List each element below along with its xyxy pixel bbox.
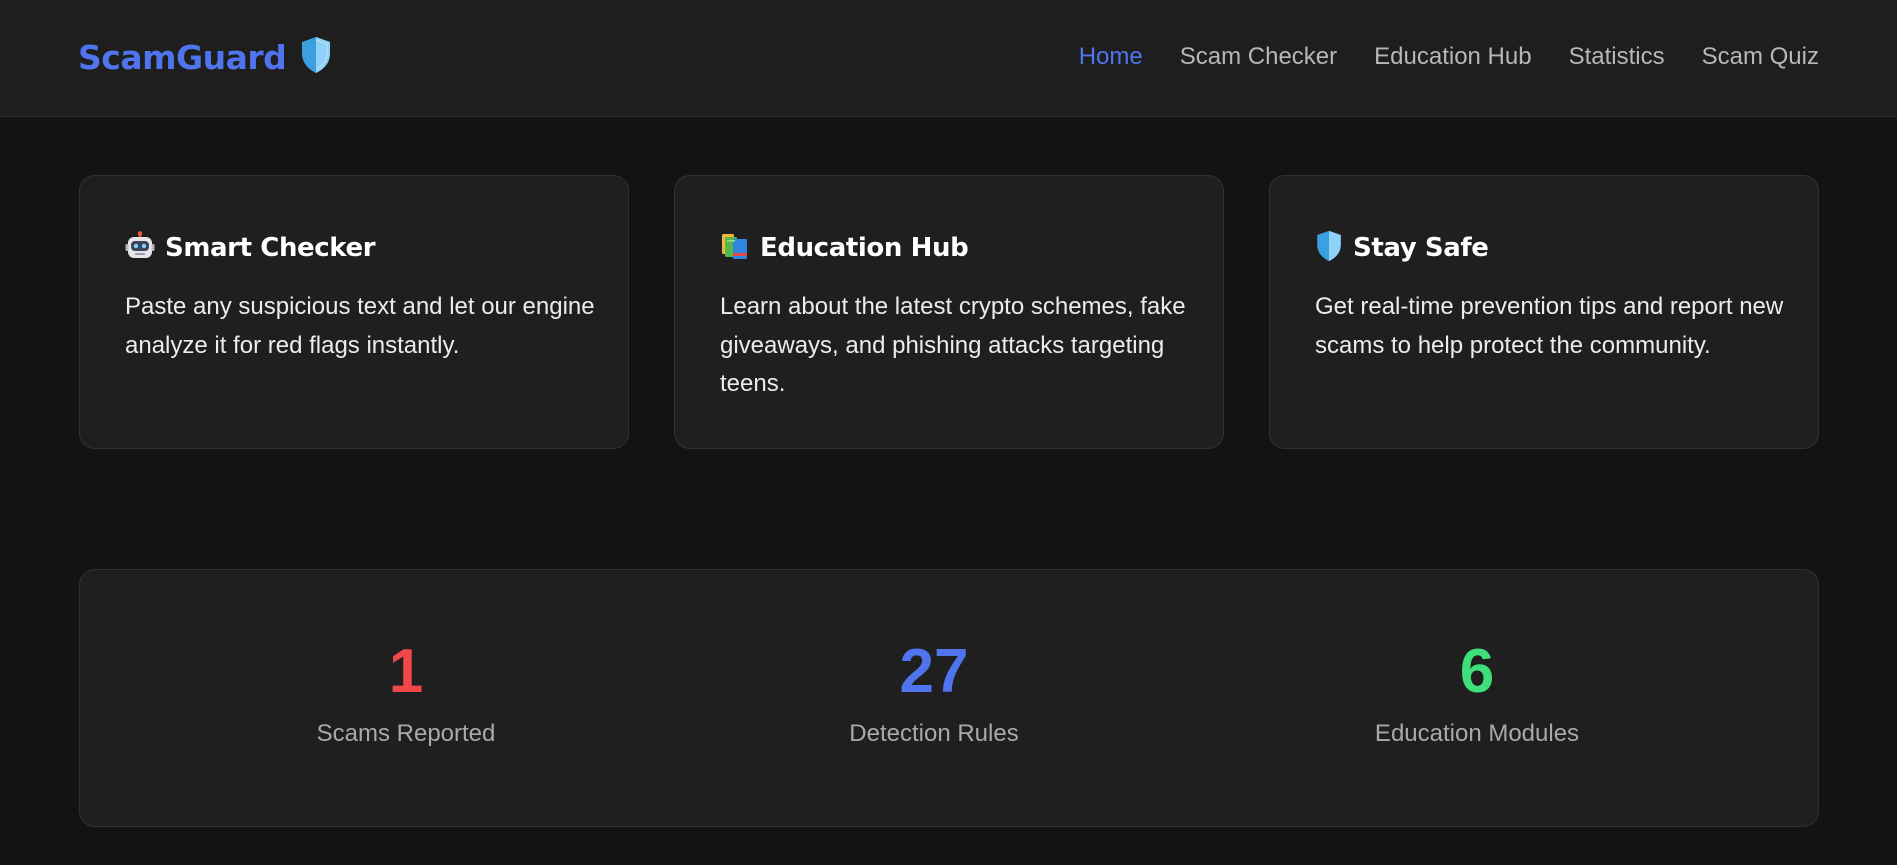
card-title: Smart Checker bbox=[165, 233, 376, 263]
card-title: Stay Safe bbox=[1353, 233, 1489, 263]
stat-education-modules: 6 Education Modules bbox=[1375, 640, 1579, 748]
feature-card-education-hub: Education Hub Learn about the latest cry… bbox=[674, 175, 1224, 449]
feature-cards: Smart Checker Paste any suspicious text … bbox=[79, 175, 1819, 449]
card-header: Smart Checker bbox=[125, 226, 376, 270]
card-header: Education Hub bbox=[720, 226, 969, 270]
stat-scams-reported: 1 Scams Reported bbox=[317, 640, 496, 748]
nav-education-hub[interactable]: Education Hub bbox=[1374, 43, 1531, 71]
brand-name: ScamGuard bbox=[78, 37, 287, 77]
stat-value: 27 bbox=[899, 637, 969, 706]
stat-detection-rules: 27 Detection Rules bbox=[849, 640, 1018, 748]
shield-icon bbox=[1315, 230, 1343, 266]
nav-home[interactable]: Home bbox=[1079, 43, 1143, 71]
card-description: Paste any suspicious text and let our en… bbox=[125, 293, 595, 359]
card-title: Education Hub bbox=[760, 233, 969, 263]
card-description: Get real-time prevention tips and report… bbox=[1315, 293, 1784, 359]
stat-value: 6 bbox=[1459, 637, 1495, 706]
card-header: Stay Safe bbox=[1315, 226, 1489, 270]
main-nav: Home Scam Checker Education Hub Statisti… bbox=[1079, 40, 1819, 74]
top-navbar: ScamGuard Home Scam Checker Education Hu… bbox=[0, 0, 1897, 117]
brand-logo[interactable]: ScamGuard bbox=[78, 36, 332, 78]
stat-label: Detection Rules bbox=[849, 720, 1019, 747]
stats-panel: 1 Scams Reported 27 Detection Rules 6 Ed… bbox=[79, 569, 1819, 827]
shield-icon bbox=[300, 36, 332, 78]
stat-value: 1 bbox=[388, 637, 424, 706]
card-description: Learn about the latest crypto schemes, f… bbox=[720, 293, 1186, 397]
stat-label: Scams Reported bbox=[316, 720, 496, 747]
feature-card-stay-safe: Stay Safe Get real-time prevention tips … bbox=[1269, 175, 1819, 449]
feature-card-smart-checker: Smart Checker Paste any suspicious text … bbox=[79, 175, 629, 449]
books-icon bbox=[720, 231, 750, 265]
robot-icon bbox=[125, 231, 155, 265]
nav-scam-checker[interactable]: Scam Checker bbox=[1180, 43, 1337, 71]
stat-label: Education Modules bbox=[1374, 720, 1580, 747]
nav-statistics[interactable]: Statistics bbox=[1569, 43, 1665, 71]
nav-scam-quiz[interactable]: Scam Quiz bbox=[1702, 43, 1819, 71]
